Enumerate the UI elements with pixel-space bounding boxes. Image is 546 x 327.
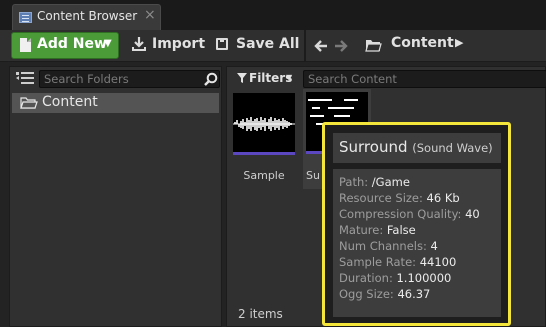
search-content-field[interactable] xyxy=(303,70,546,88)
folder-open-icon xyxy=(365,40,382,52)
tooltip-key: Num Channels: xyxy=(339,239,427,253)
import-icon xyxy=(132,37,146,51)
tooltip-key: Duration: xyxy=(339,271,393,285)
caret-down-icon: ▼ xyxy=(286,73,293,82)
filters-button[interactable]: Filters ▼ xyxy=(235,70,297,88)
tooltip-key: Compression Quality: xyxy=(339,207,462,221)
back-arrow-icon[interactable] xyxy=(313,38,329,54)
tooltip-row: Num Channels: 4 xyxy=(339,239,438,253)
close-icon[interactable]: × xyxy=(144,7,156,23)
filter-funnel-icon xyxy=(237,73,247,83)
toolbar-divider xyxy=(304,30,306,62)
tooltip-value: 1.100000 xyxy=(396,271,452,285)
search-folders-input[interactable] xyxy=(44,71,194,87)
folder-tree-panel: Content xyxy=(9,66,222,327)
breadcrumb-content[interactable]: Content xyxy=(391,35,454,51)
sound-wave-thumbnail xyxy=(233,93,295,155)
search-icon xyxy=(204,72,218,86)
folder-open-icon xyxy=(20,97,38,109)
tab-content-browser[interactable]: Content Browser × xyxy=(12,4,161,30)
import-button[interactable]: Import xyxy=(128,32,205,59)
waveform-icon xyxy=(233,117,295,131)
tab-title: Content Browser xyxy=(37,9,138,23)
add-new-button[interactable]: Add New ▼ xyxy=(11,32,119,59)
tooltip-value: 46 Kb xyxy=(426,191,460,205)
tooltip-value: False xyxy=(386,223,416,237)
tooltip-key: Path: xyxy=(339,175,369,189)
tooltip-key: Sample Rate: xyxy=(339,255,417,269)
new-file-icon xyxy=(20,38,31,52)
tooltip-row: Compression Quality: 40 xyxy=(339,207,480,221)
tooltip-asset-name: Surround xyxy=(339,138,408,156)
tooltip-value: 44100 xyxy=(419,255,457,269)
tooltip-key: Resource Size: xyxy=(339,191,423,205)
collapse-sources-icon[interactable] xyxy=(16,72,34,84)
save-all-button[interactable]: Save All xyxy=(212,32,300,59)
import-label: Import xyxy=(152,36,206,52)
save-all-label: Save All xyxy=(236,36,300,52)
tooltip-row: Resource Size: 46 Kb xyxy=(339,191,460,205)
tooltip-value: 4 xyxy=(430,239,438,253)
tooltip-header: Surround (Sound Wave) xyxy=(333,133,501,163)
breadcrumb-caret-icon[interactable]: ▶ xyxy=(455,36,463,49)
tooltip-row: Path: /Game xyxy=(339,175,410,189)
tooltip-value: 40 xyxy=(465,207,480,221)
tooltip-details: Path: /Game Resource Size: 46 Kb Compres… xyxy=(333,169,501,317)
tooltip-title-line: Surround (Sound Wave) xyxy=(339,138,493,156)
toolbar: Add New ▼ Import Save All Content ▶ xyxy=(0,30,546,62)
tooltip-key: Ogg Size: xyxy=(339,287,394,301)
tooltip-row: Sample Rate: 44100 xyxy=(339,255,456,269)
tooltip-row: Ogg Size: 46.37 xyxy=(339,287,430,301)
content-browser-icon xyxy=(19,12,32,23)
tooltip-value: 46.37 xyxy=(397,287,431,301)
tooltip-key: Mature: xyxy=(339,223,384,237)
item-count: 2 items xyxy=(238,307,283,321)
asset-name: Sample xyxy=(243,169,285,182)
save-icon xyxy=(216,38,228,50)
search-folders-field[interactable] xyxy=(39,70,220,88)
forward-arrow-icon[interactable] xyxy=(333,38,349,54)
tooltip-asset-type: (Sound Wave) xyxy=(412,141,493,155)
caret-down-icon: ▼ xyxy=(104,38,112,49)
tooltip-row: Mature: False xyxy=(339,223,416,237)
folder-item-content[interactable]: Content xyxy=(12,93,219,113)
asset-tile-sample[interactable]: Sample xyxy=(233,93,297,187)
tooltip-row: Duration: 1.100000 xyxy=(339,271,451,285)
search-content-input[interactable] xyxy=(308,71,538,87)
asset-tooltip: Surround (Sound Wave) Path: /Game Resour… xyxy=(322,122,511,326)
tooltip-value: /Game xyxy=(371,175,410,189)
add-new-label: Add New xyxy=(37,36,107,52)
folder-item-label: Content xyxy=(42,94,98,110)
